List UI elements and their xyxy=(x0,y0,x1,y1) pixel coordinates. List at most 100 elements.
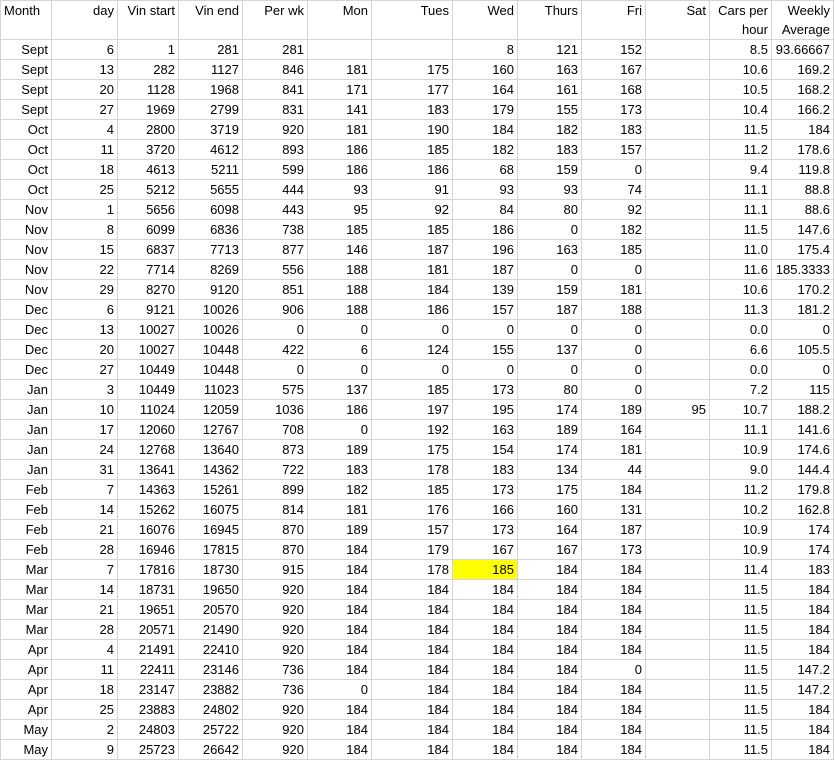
cell[interactable]: 164 xyxy=(581,419,646,440)
cell[interactable]: 131 xyxy=(581,499,646,520)
cell[interactable] xyxy=(645,299,710,320)
cell[interactable]: 182 xyxy=(307,479,372,500)
cell[interactable]: 11.1 xyxy=(709,419,772,440)
cell[interactable]: 6836 xyxy=(178,219,243,240)
cell[interactable]: 5656 xyxy=(117,199,179,220)
cell[interactable]: 189 xyxy=(307,519,372,540)
cell[interactable]: 189 xyxy=(517,419,582,440)
cell[interactable] xyxy=(371,39,453,60)
cell[interactable]: 13641 xyxy=(117,459,179,480)
cell[interactable]: 16946 xyxy=(117,539,179,560)
cell[interactable]: 10.4 xyxy=(709,99,772,120)
cell[interactable]: 184 xyxy=(371,279,453,300)
cell[interactable]: Apr xyxy=(0,679,52,700)
cell[interactable]: 184 xyxy=(771,639,834,660)
cell[interactable]: 11023 xyxy=(178,379,243,400)
cell[interactable]: Apr xyxy=(0,699,52,720)
cell[interactable]: 80 xyxy=(517,379,582,400)
cell[interactable]: 19651 xyxy=(117,599,179,620)
cell[interactable]: 164 xyxy=(452,79,518,100)
cell[interactable]: 184 xyxy=(771,739,834,760)
cell[interactable]: 155 xyxy=(452,339,518,360)
cell[interactable]: 166.2 xyxy=(771,99,834,120)
cell[interactable]: 183 xyxy=(517,139,582,160)
cell[interactable]: 873 xyxy=(242,439,308,460)
cell[interactable]: 7714 xyxy=(117,259,179,280)
cell[interactable]: 0 xyxy=(517,259,582,280)
cell[interactable]: 124 xyxy=(371,339,453,360)
cell[interactable]: 174 xyxy=(771,519,834,540)
cell[interactable]: 174.6 xyxy=(771,439,834,460)
cell[interactable]: 187 xyxy=(517,299,582,320)
cell[interactable]: 192 xyxy=(371,419,453,440)
cell[interactable]: 181 xyxy=(581,439,646,460)
cell[interactable]: 10.2 xyxy=(709,499,772,520)
cell[interactable]: 870 xyxy=(242,539,308,560)
cell[interactable]: 184 xyxy=(452,719,518,740)
cell[interactable]: 24802 xyxy=(178,699,243,720)
cell[interactable]: 184 xyxy=(371,659,453,680)
cell[interactable]: 176 xyxy=(371,499,453,520)
cell[interactable]: 7713 xyxy=(178,239,243,260)
cell[interactable]: 74 xyxy=(581,179,646,200)
cell[interactable]: 11.5 xyxy=(709,619,772,640)
cell[interactable]: 4 xyxy=(51,639,118,660)
cell[interactable]: 1128 xyxy=(117,79,179,100)
cell[interactable]: 14363 xyxy=(117,479,179,500)
cell[interactable]: 175 xyxy=(371,439,453,460)
cell[interactable]: 134 xyxy=(517,459,582,480)
cell[interactable] xyxy=(645,119,710,140)
cell[interactable]: 184 xyxy=(452,639,518,660)
header-cell-month[interactable]: Month xyxy=(0,0,52,40)
cell[interactable]: 95 xyxy=(645,399,710,420)
cell[interactable]: 173 xyxy=(452,379,518,400)
cell[interactable]: 175.4 xyxy=(771,239,834,260)
cell[interactable]: 443 xyxy=(242,199,308,220)
header-cell-cars-per-hour[interactable]: Cars per hour xyxy=(709,0,772,40)
cell[interactable]: 0 xyxy=(581,159,646,180)
cell[interactable]: 16945 xyxy=(178,519,243,540)
cell[interactable]: 184 xyxy=(307,559,372,580)
cell[interactable]: 174 xyxy=(517,399,582,420)
cell[interactable]: 184 xyxy=(771,119,834,140)
cell[interactable]: 184 xyxy=(307,599,372,620)
cell[interactable]: 171 xyxy=(307,79,372,100)
cell[interactable]: 186 xyxy=(452,219,518,240)
cell[interactable]: 93.66667 xyxy=(771,39,834,60)
cell[interactable]: 93 xyxy=(307,179,372,200)
cell[interactable]: 177 xyxy=(371,79,453,100)
cell[interactable]: Dec xyxy=(0,319,52,340)
cell[interactable]: 27 xyxy=(51,99,118,120)
cell[interactable]: 10449 xyxy=(117,379,179,400)
cell[interactable]: 920 xyxy=(242,599,308,620)
cell[interactable]: Mar xyxy=(0,619,52,640)
cell[interactable]: 19650 xyxy=(178,579,243,600)
cell[interactable]: 184 xyxy=(581,739,646,760)
cell[interactable]: 184 xyxy=(371,679,453,700)
cell[interactable]: 20571 xyxy=(117,619,179,640)
cell[interactable] xyxy=(645,319,710,340)
cell[interactable]: 11.5 xyxy=(709,719,772,740)
cell[interactable]: 155 xyxy=(517,99,582,120)
cell[interactable]: 1127 xyxy=(178,59,243,80)
cell[interactable]: 184 xyxy=(307,619,372,640)
cell[interactable]: 1 xyxy=(117,39,179,60)
cell[interactable] xyxy=(645,579,710,600)
cell[interactable] xyxy=(645,539,710,560)
cell[interactable]: 92 xyxy=(371,199,453,220)
cell[interactable]: 17 xyxy=(51,419,118,440)
cell[interactable]: 11.5 xyxy=(709,599,772,620)
cell[interactable]: 188.2 xyxy=(771,399,834,420)
cell[interactable]: 915 xyxy=(242,559,308,580)
cell[interactable]: 184 xyxy=(581,719,646,740)
cell[interactable]: 175 xyxy=(517,479,582,500)
cell[interactable]: 8269 xyxy=(178,259,243,280)
cell[interactable]: Nov xyxy=(0,219,52,240)
cell[interactable] xyxy=(645,199,710,220)
cell[interactable]: 184 xyxy=(517,639,582,660)
cell[interactable]: 181 xyxy=(581,279,646,300)
cell[interactable]: 184 xyxy=(517,559,582,580)
cell[interactable]: 0 xyxy=(371,319,453,340)
cell[interactable]: 9 xyxy=(51,739,118,760)
cell[interactable]: 188 xyxy=(307,279,372,300)
